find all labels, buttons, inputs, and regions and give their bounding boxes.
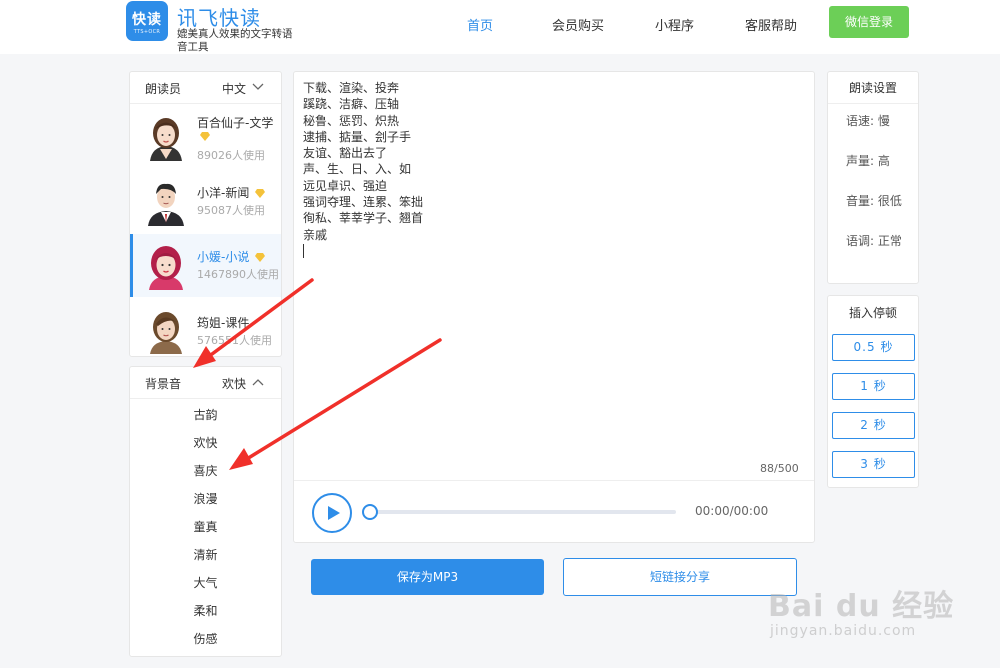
reader-panel-header[interactable]: 朗读员 中文 — [130, 72, 281, 104]
player-divider — [294, 480, 814, 481]
bgm-option-langman[interactable]: 浪漫 — [130, 485, 281, 513]
text-line: 徇私、莘莘学子、翘首 — [303, 211, 424, 226]
background-music-panel: 背景音 欢快 古韵 欢快 喜庆 浪漫 童真 清新 大气 柔和 伤感 — [129, 366, 282, 657]
setting-speed[interactable]: 语速: 慢 — [846, 112, 890, 129]
play-button[interactable] — [312, 493, 352, 533]
bgm-option-tongzhen[interactable]: 童真 — [130, 513, 281, 541]
chevron-down-icon[interactable] — [252, 82, 264, 92]
text-input-area[interactable]: 下载、渲染、投奔 蹊跷、洁癖、压轴 秘鲁、惩罚、炽热 逮捕、掂量、刽子手 友谊、… — [303, 80, 803, 258]
voice-item-baihe[interactable]: 百合仙子-文学 89026人使用 — [130, 105, 281, 168]
playback-time: 00:00/00:00 — [695, 504, 769, 518]
text-line: 强词夺理、连累、笨拙 — [303, 195, 424, 210]
language-select[interactable]: 中文 — [222, 80, 246, 97]
bgm-option-rouhe[interactable]: 柔和 — [130, 597, 281, 625]
save-mp3-button[interactable]: 保存为MP3 — [311, 559, 544, 595]
text-line: 秘鲁、惩罚、炽热 — [303, 113, 400, 128]
text-line: 声、生、日、入、如 — [303, 162, 412, 177]
insert-pause-panel: 插入停顿 0.5 秒 1 秒 2 秒 3 秒 — [827, 295, 919, 488]
pause-3s-button[interactable]: 3 秒 — [832, 451, 915, 478]
top-header: 快读 TTS+OCR 讯飞快读 媲美真人效果的文字转语音工具 首页 会员购买 小… — [0, 0, 1000, 54]
logo-subtext: TTS+OCR — [133, 29, 161, 35]
premium-gem-icon — [255, 189, 266, 198]
text-caret — [303, 243, 304, 258]
bgm-option-qingxin[interactable]: 清新 — [130, 541, 281, 569]
bgm-label: 背景音 — [145, 377, 182, 391]
voice-item-xiaoyang[interactable]: 小洋-新闻 95087人使用 — [130, 170, 281, 233]
nav-help[interactable]: 客服帮助 — [745, 15, 797, 34]
avatar — [150, 312, 182, 354]
watermark-logo-text: Bai du 经验 — [768, 589, 955, 624]
reader-label: 朗读员 — [145, 82, 182, 96]
brand-subtitle: 媲美真人效果的文字转语音工具 — [177, 28, 293, 53]
nav-home[interactable]: 首页 — [467, 15, 493, 34]
voice-name: 小媛-小说 — [197, 248, 266, 265]
text-line: 蹊跷、洁癖、压轴 — [303, 97, 400, 112]
bgm-panel-header[interactable]: 背景音 欢快 — [130, 367, 281, 399]
text-line: 远见卓识、强迫 — [303, 178, 388, 193]
premium-gem-icon — [255, 253, 266, 262]
avatar — [149, 246, 183, 290]
voice-item-junjie[interactable]: 筠姐-课件 576551人使用 — [130, 298, 281, 361]
voice-usage-count: 95087人使用 — [197, 204, 265, 217]
voice-name: 百合仙子-文学 — [197, 116, 274, 130]
bgm-option-huankuai[interactable]: 欢快 — [130, 429, 281, 457]
voice-usage-count: 1467890人使用 — [197, 268, 279, 281]
character-count: 88/500 — [760, 462, 799, 475]
text-line: 下载、渲染、投奔 — [303, 81, 400, 95]
bgm-option-xiqing[interactable]: 喜庆 — [130, 457, 281, 485]
avatar — [150, 118, 182, 161]
text-line: 亲戚 — [303, 227, 328, 242]
pause-1s-button[interactable]: 1 秒 — [832, 373, 915, 400]
audio-progress-track[interactable] — [366, 510, 676, 514]
text-editor-panel: 下载、渲染、投奔 蹊跷、洁癖、压轴 秘鲁、惩罚、炽热 逮捕、掂量、刽子手 友谊、… — [293, 71, 815, 543]
setting-voice-volume[interactable]: 声量: 高 — [846, 152, 890, 169]
premium-gem-icon — [200, 132, 210, 141]
voice-usage-count: 89026人使用 — [197, 149, 265, 162]
nav-membership[interactable]: 会员购买 — [552, 15, 604, 34]
voice-usage-count: 576551人使用 — [197, 334, 272, 347]
voice-name: 小洋-新闻 — [197, 184, 266, 201]
bgm-option-guyun[interactable]: 古韵 — [130, 401, 281, 429]
play-icon — [328, 506, 340, 520]
pause-title: 插入停顿 — [848, 306, 897, 320]
settings-title: 朗读设置 — [828, 72, 918, 104]
reading-settings-panel: 朗读设置 语速: 慢 声量: 高 音量: 很低 语调: 正常 — [827, 71, 919, 284]
pause-0-5s-button[interactable]: 0.5 秒 — [832, 334, 915, 361]
avatar — [148, 183, 184, 226]
chevron-up-icon[interactable] — [252, 377, 264, 387]
pause-2s-button[interactable]: 2 秒 — [832, 412, 915, 439]
bgm-option-daqi[interactable]: 大气 — [130, 569, 281, 597]
text-line: 逮捕、掂量、刽子手 — [303, 129, 412, 144]
watermark-url: jingyan.baidu.com — [770, 623, 917, 639]
app-logo[interactable]: 快读 TTS+OCR — [126, 1, 168, 41]
voice-item-xiaoyuan[interactable]: 小媛-小说 1467890人使用 — [130, 234, 281, 297]
logo-text: 快读 — [132, 12, 162, 28]
reader-panel: 朗读员 中文 百合仙子-文学 89026人使用 小洋-新闻 95087人使用 小… — [129, 71, 282, 357]
baidu-watermark: Bai du 经验 jingyan.baidu.com — [760, 575, 960, 645]
setting-music-volume[interactable]: 音量: 很低 — [846, 192, 902, 209]
text-line: 友谊、豁出去了 — [303, 146, 388, 161]
bgm-selected-value[interactable]: 欢快 — [222, 375, 246, 392]
wechat-login-button[interactable]: 微信登录 — [829, 6, 909, 38]
audio-progress-knob[interactable] — [362, 504, 378, 520]
brand-title: 讯飞快读 — [177, 6, 261, 30]
voice-name: 筠姐-课件 — [197, 316, 250, 330]
nav-mini-program[interactable]: 小程序 — [655, 15, 694, 34]
bgm-option-shanggan[interactable]: 伤感 — [130, 625, 281, 653]
setting-tone[interactable]: 语调: 正常 — [846, 232, 902, 249]
